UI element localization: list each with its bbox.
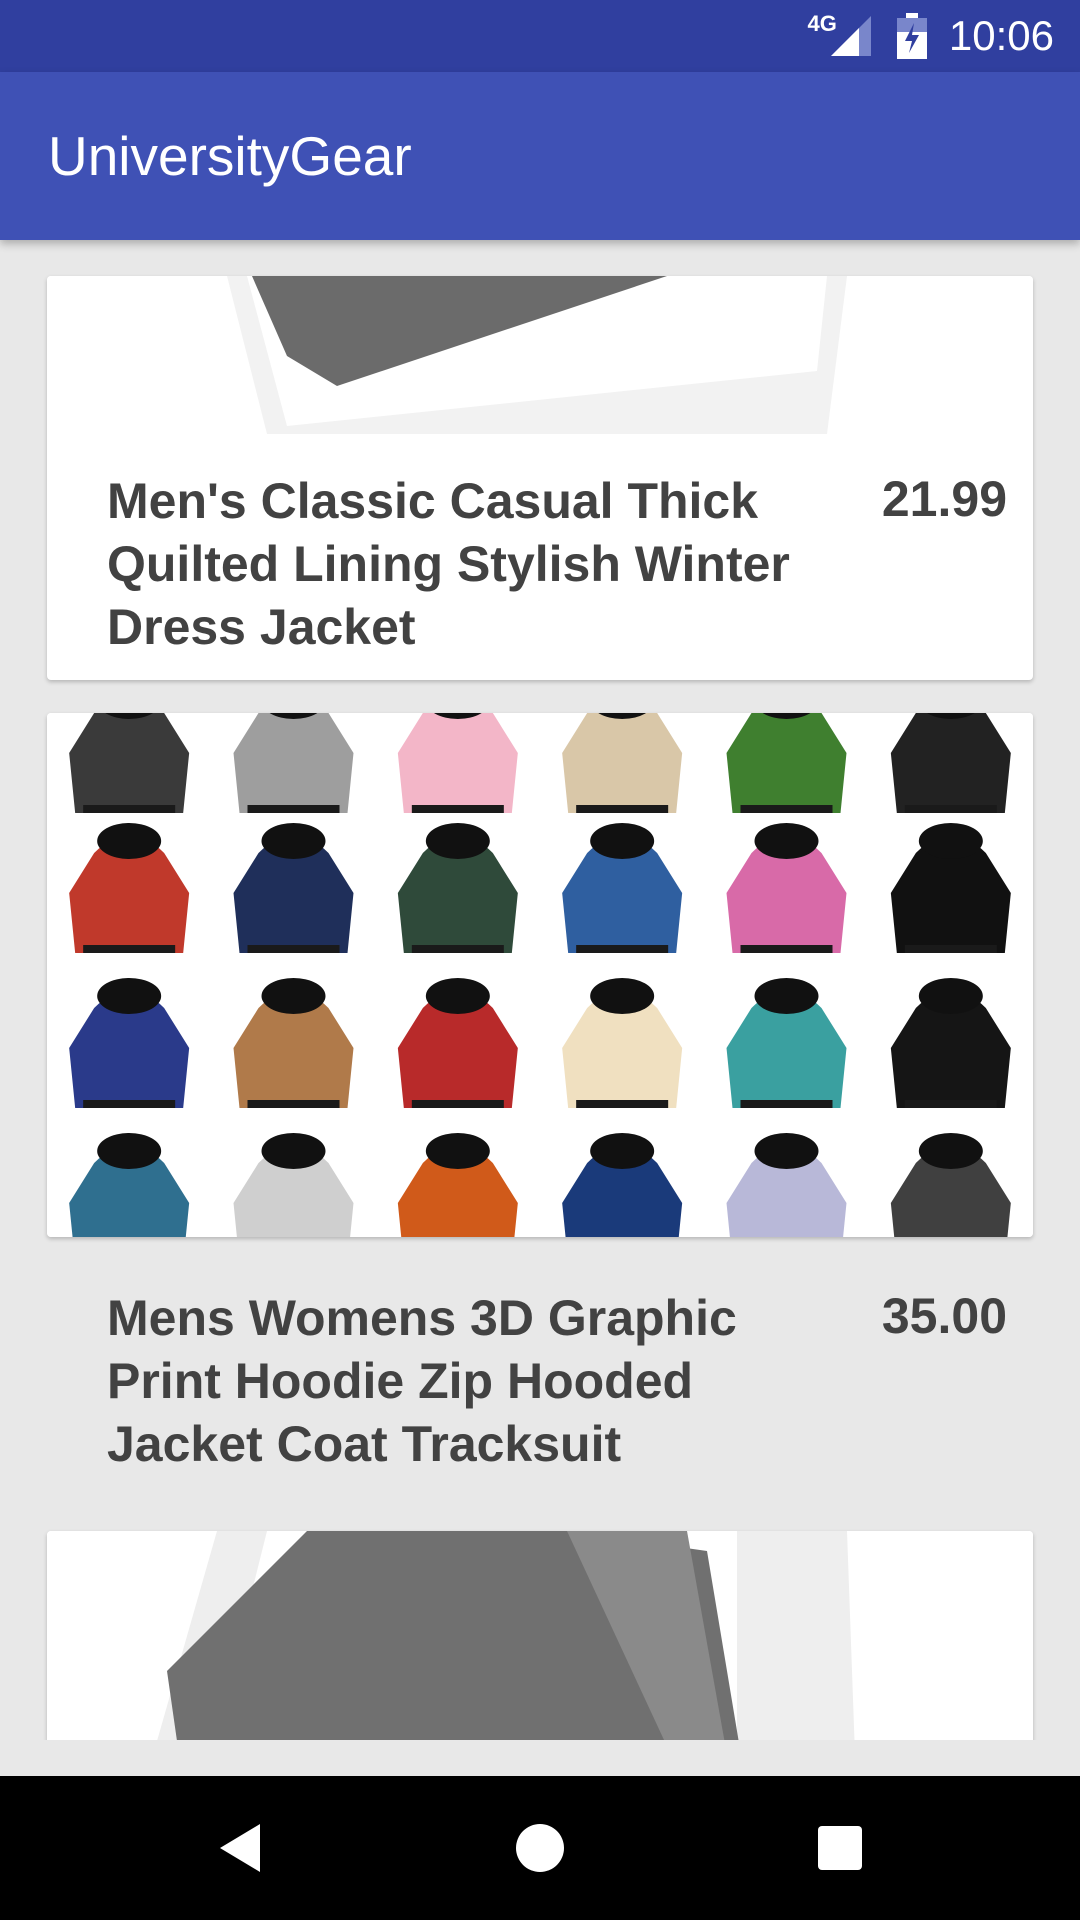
hoodie-hem	[904, 1100, 997, 1108]
hoodie-graphic	[397, 713, 518, 813]
hoodie-hood	[590, 823, 655, 859]
hoodie-hem	[83, 805, 176, 813]
product-name: Mens Womens 3D Graphic Print Hoodie Zip …	[107, 1290, 737, 1472]
hoodie-graphic	[726, 713, 847, 813]
hoodie-hem	[904, 945, 997, 953]
hoodie-hood	[97, 978, 162, 1014]
product-image	[47, 713, 1033, 1237]
hoodie-hem	[740, 945, 833, 953]
hoodie-hem	[411, 945, 504, 953]
back-button[interactable]	[160, 1776, 320, 1920]
status-bar: 4G 10:06	[0, 0, 1080, 72]
hoodie-hem	[247, 805, 340, 813]
hoodie-hood	[261, 978, 326, 1014]
hoodie-hem	[576, 945, 669, 953]
hoodie-hood	[918, 1133, 983, 1169]
hoodie-hood	[261, 1133, 326, 1169]
hoodie-hem	[740, 1100, 833, 1108]
hoodie-hem	[247, 945, 340, 953]
hoodie-hem	[411, 1100, 504, 1108]
hoodie-hood	[918, 978, 983, 1014]
network-type: 4G	[807, 11, 837, 36]
product-image	[47, 1531, 1033, 1740]
hoodie-hood	[754, 978, 819, 1014]
app-title: UniversityGear	[48, 125, 412, 187]
battery-charging-icon	[896, 13, 927, 59]
hoodie-hood	[261, 823, 326, 859]
hoodie-graphic	[69, 713, 190, 813]
hoodie-hem	[83, 1100, 176, 1108]
hoodie-hood	[918, 823, 983, 859]
hoodie-hood	[754, 823, 819, 859]
hoodie-hem	[740, 805, 833, 813]
hoodie-hem	[83, 945, 176, 953]
hoodie-hood	[425, 1133, 490, 1169]
hoodie-hem	[576, 1100, 669, 1108]
hoodie-hood	[754, 1133, 819, 1169]
app-bar: UniversityGear	[0, 72, 1080, 240]
hoodie-hood	[97, 1133, 162, 1169]
product-card[interactable]: Men's Classic Casual Thick Quilted Linin…	[47, 276, 1033, 680]
hoodie-hood	[425, 823, 490, 859]
hoodie-graphic	[890, 713, 1011, 813]
product-image	[47, 276, 1033, 434]
hoodie-hood	[97, 823, 162, 859]
navigation-bar	[0, 1776, 1080, 1920]
hoodie-hem	[576, 805, 669, 813]
recents-square-icon	[818, 1826, 862, 1870]
product-card[interactable]	[47, 1531, 1033, 1740]
home-circle-icon	[516, 1824, 564, 1872]
recents-button[interactable]	[760, 1776, 920, 1920]
product-price: 21.99	[881, 471, 1007, 527]
back-triangle-icon	[220, 1824, 260, 1872]
hoodie-hem	[247, 1100, 340, 1108]
clock: 10:06	[948, 12, 1054, 59]
product-name: Men's Classic Casual Thick Quilted Linin…	[107, 473, 790, 655]
product-card[interactable]: Mens Womens 3D Graphic Print Hoodie Zip …	[47, 713, 1033, 1237]
product-list[interactable]: Men's Classic Casual Thick Quilted Linin…	[0, 240, 1080, 1740]
hoodie-hem	[904, 805, 997, 813]
hoodie-hood	[590, 1133, 655, 1169]
home-button[interactable]	[460, 1776, 620, 1920]
hoodie-hood	[590, 978, 655, 1014]
hoodie-graphic	[233, 713, 354, 813]
product-price: 35.00	[881, 1288, 1007, 1344]
hoodie-hood	[425, 978, 490, 1014]
product-card-2-text: Mens Womens 3D Graphic Print Hoodie Zip …	[47, 1253, 1033, 1493]
hoodie-graphic	[562, 713, 683, 813]
hoodie-hem	[411, 805, 504, 813]
